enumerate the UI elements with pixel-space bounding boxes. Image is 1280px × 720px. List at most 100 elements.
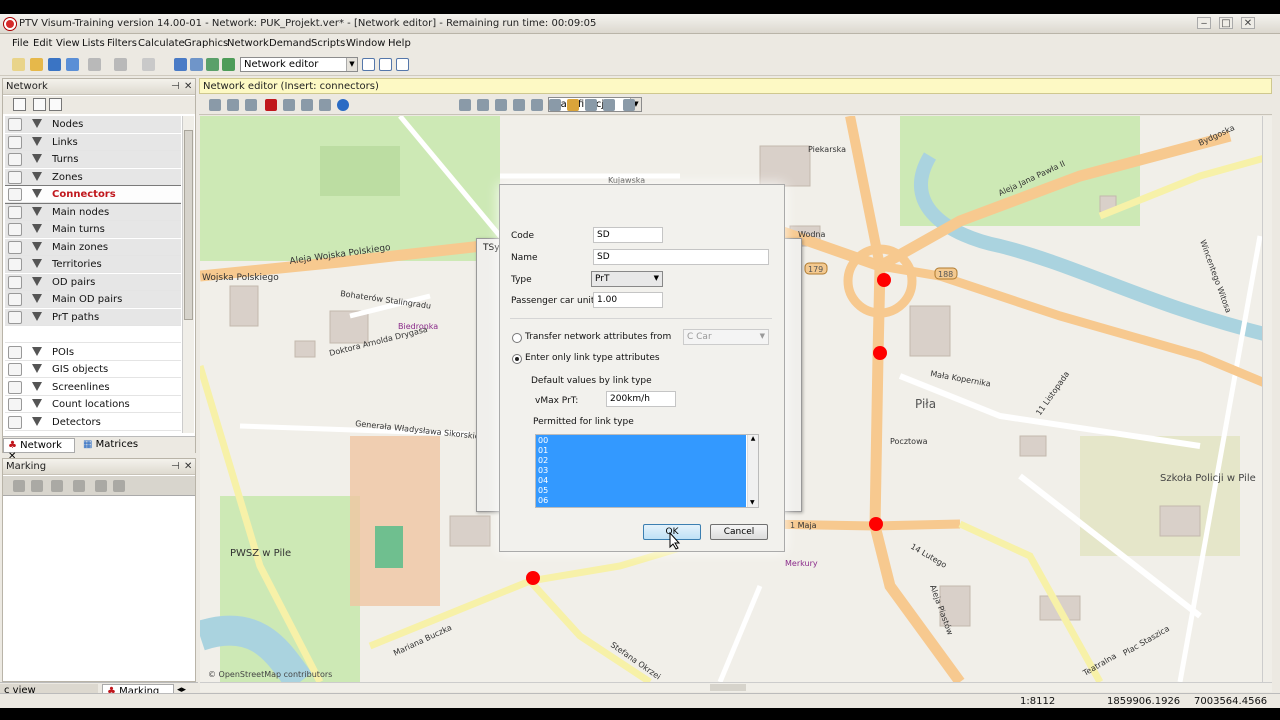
network-item-detectors[interactable]: Detectors (5, 414, 181, 431)
layout-icon[interactable] (206, 58, 219, 71)
pin-icon[interactable]: ⊣ (171, 461, 180, 472)
vmax-field[interactable]: 200km/h (606, 391, 676, 407)
network-item-main-zones[interactable]: Main zones (5, 238, 181, 256)
network-item-connectors[interactable]: Connectors (5, 185, 181, 204)
link-type-scrollbar[interactable]: ▲ ▼ (747, 435, 758, 507)
scrollbar-thumb[interactable] (184, 130, 193, 320)
select-rectangle-icon[interactable] (49, 98, 62, 111)
filter-icon[interactable] (32, 416, 42, 426)
list-item[interactable]: 01 (538, 446, 548, 455)
zoom-window-icon[interactable] (301, 99, 313, 111)
scroll-up-icon[interactable]: ▲ (751, 435, 756, 442)
filter-icon[interactable] (32, 364, 42, 373)
legend-icon[interactable] (245, 99, 257, 111)
filter-icon[interactable] (32, 276, 42, 286)
network-item-prt-paths[interactable]: PrT paths (5, 308, 181, 326)
name-field[interactable]: SD (593, 249, 769, 265)
menu-network[interactable]: Network (227, 38, 269, 49)
settings-icon[interactable] (623, 99, 635, 111)
list-item[interactable]: 03 (538, 466, 548, 475)
close-button[interactable]: ✕ (1241, 17, 1255, 29)
minimize-button[interactable]: ‒ (1197, 17, 1211, 29)
previous-icon[interactable] (13, 480, 25, 492)
import-icon[interactable] (174, 58, 187, 71)
filter-icon[interactable] (32, 294, 42, 303)
network-item-zones[interactable]: Zones (5, 168, 181, 186)
export-icon[interactable] (190, 58, 203, 71)
pan-icon[interactable] (283, 99, 295, 111)
grid-icon[interactable] (222, 58, 235, 71)
map-vertical-scrollbar[interactable] (1262, 116, 1272, 682)
network-item-toll-systems[interactable]: Toll systems (5, 431, 181, 433)
menu-graphics[interactable]: Graphics (184, 38, 228, 49)
list-item[interactable]: 00 (538, 436, 548, 445)
network-list-scrollbar[interactable] (182, 116, 194, 433)
network-node[interactable] (873, 346, 887, 360)
split-vertical-icon[interactable] (396, 58, 409, 71)
redo-icon[interactable] (114, 58, 127, 71)
network-item-main-turns[interactable]: Main turns (5, 221, 181, 238)
save-icon[interactable] (48, 58, 61, 71)
code-field[interactable]: SD (593, 227, 663, 243)
refresh-icon[interactable] (585, 99, 597, 111)
insert-icon[interactable] (13, 98, 26, 111)
cancel-button[interactable]: Cancel (710, 524, 768, 540)
unmark-icon[interactable] (113, 480, 125, 492)
pin-icon[interactable]: ⊣ (171, 81, 180, 92)
next-icon[interactable] (31, 480, 43, 492)
filter-icon[interactable] (32, 171, 42, 181)
mark-icon[interactable] (95, 480, 107, 492)
link-type-items[interactable]: 00 01 02 03 04 05 06 (536, 435, 746, 507)
network-item-nodes[interactable]: Nodes (5, 116, 181, 133)
network-item-count-locations[interactable]: Count locations (5, 396, 181, 413)
forward-icon[interactable] (513, 99, 525, 111)
split-horizontal-icon[interactable] (379, 58, 392, 71)
new-icon[interactable] (12, 58, 25, 71)
scroll-down-icon[interactable]: ▼ (750, 499, 755, 506)
enter-radio[interactable] (512, 354, 522, 364)
filter-icon[interactable] (73, 480, 85, 492)
zoom-in-icon[interactable] (477, 99, 489, 111)
menu-calculate[interactable]: Calculate (138, 38, 185, 49)
network-item-turns[interactable]: Turns (5, 151, 181, 168)
filter-icon[interactable] (32, 346, 42, 356)
menu-demand[interactable]: Demand (269, 38, 311, 49)
menu-help[interactable]: Help (388, 38, 411, 49)
menu-lists[interactable]: Lists (82, 38, 105, 49)
menu-edit[interactable]: Edit (33, 38, 52, 49)
list-item[interactable]: 02 (538, 456, 548, 465)
filter-icon[interactable] (32, 154, 42, 163)
hand-icon[interactable] (51, 480, 63, 492)
play-icon[interactable] (142, 58, 155, 71)
maximize-button[interactable]: □ (1219, 17, 1233, 29)
zoom-all-icon[interactable] (459, 99, 471, 111)
pointer-icon[interactable] (33, 98, 46, 111)
network-item-territories[interactable]: Territories (5, 256, 181, 273)
undo-icon[interactable] (88, 58, 101, 71)
menu-filters[interactable]: Filters (107, 38, 137, 49)
hand-icon[interactable] (549, 99, 561, 111)
tab-matrices[interactable]: ▦ Matrices (79, 438, 159, 453)
filter-icon[interactable] (32, 224, 42, 233)
list-item[interactable]: 04 (538, 476, 548, 485)
transfer-radio[interactable] (512, 333, 522, 343)
menu-view[interactable]: View (56, 38, 80, 49)
network-node[interactable] (869, 517, 883, 531)
filter-icon[interactable] (32, 241, 42, 251)
filter-icon[interactable] (32, 381, 42, 391)
filter-icon[interactable] (32, 311, 42, 321)
close-icon[interactable]: ✕ (184, 81, 192, 92)
zoom-out-icon[interactable] (531, 99, 543, 111)
tab-network[interactable]: ♣ Network ✕ (3, 438, 75, 462)
filter-icon[interactable] (32, 259, 42, 268)
network-item-od-pairs[interactable]: OD pairs (5, 273, 181, 291)
back-icon[interactable] (495, 99, 507, 111)
menu-file[interactable]: File (12, 38, 29, 49)
save-all-icon[interactable] (66, 58, 79, 71)
menu-window[interactable]: Window (346, 38, 385, 49)
network-item-main-nodes[interactable]: Main nodes (5, 203, 181, 221)
network-item-pois[interactable]: POIs (5, 344, 181, 361)
filter-icon[interactable] (32, 136, 42, 146)
globe-icon[interactable] (337, 99, 349, 111)
measure-icon[interactable] (567, 99, 579, 111)
